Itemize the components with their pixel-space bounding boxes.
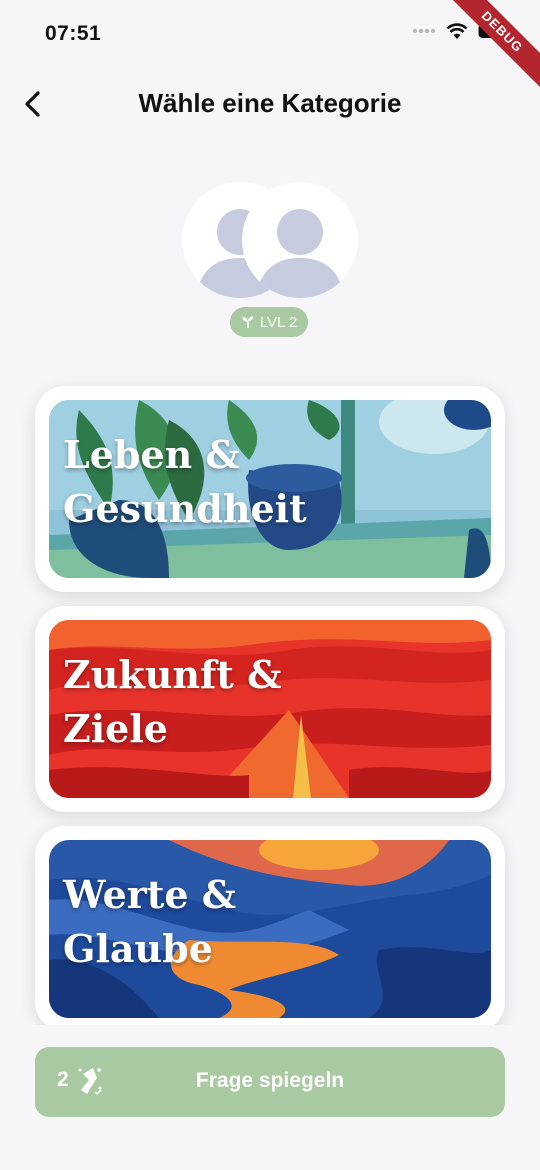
category-card-werte-glaube[interactable]: Werte & Glaube (35, 826, 505, 1032)
level-badge: LVL 2 (230, 307, 308, 337)
sprout-icon (242, 316, 254, 328)
person-silhouette-icon (256, 209, 344, 298)
avatar (242, 182, 358, 298)
category-title: Werte & Glaube (63, 872, 237, 971)
header: Wähle eine Kategorie (0, 80, 540, 130)
status-bar: 07:51 DEBUG (0, 0, 540, 98)
mirror-question-label: Frage spiegeln (195, 1069, 345, 1092)
category-card-leben-gesundheit[interactable]: Leben & Gesundheit (35, 386, 505, 592)
category-card-zukunft-ziele[interactable]: Zukunft & Ziele (35, 606, 505, 812)
level-label: LVL 2 (259, 313, 298, 331)
player-avatars (182, 182, 360, 300)
page-title: Wähle eine Kategorie (138, 88, 402, 118)
status-time: 07:51 (45, 22, 102, 45)
wifi-icon (446, 23, 468, 39)
category-title: Zukunft & Ziele (63, 652, 282, 751)
mirror-question-button[interactable]: 2 Frage spiegeln (35, 1047, 505, 1117)
signal-dots-icon (412, 28, 436, 34)
category-title: Leben & Gesundheit (63, 432, 307, 531)
